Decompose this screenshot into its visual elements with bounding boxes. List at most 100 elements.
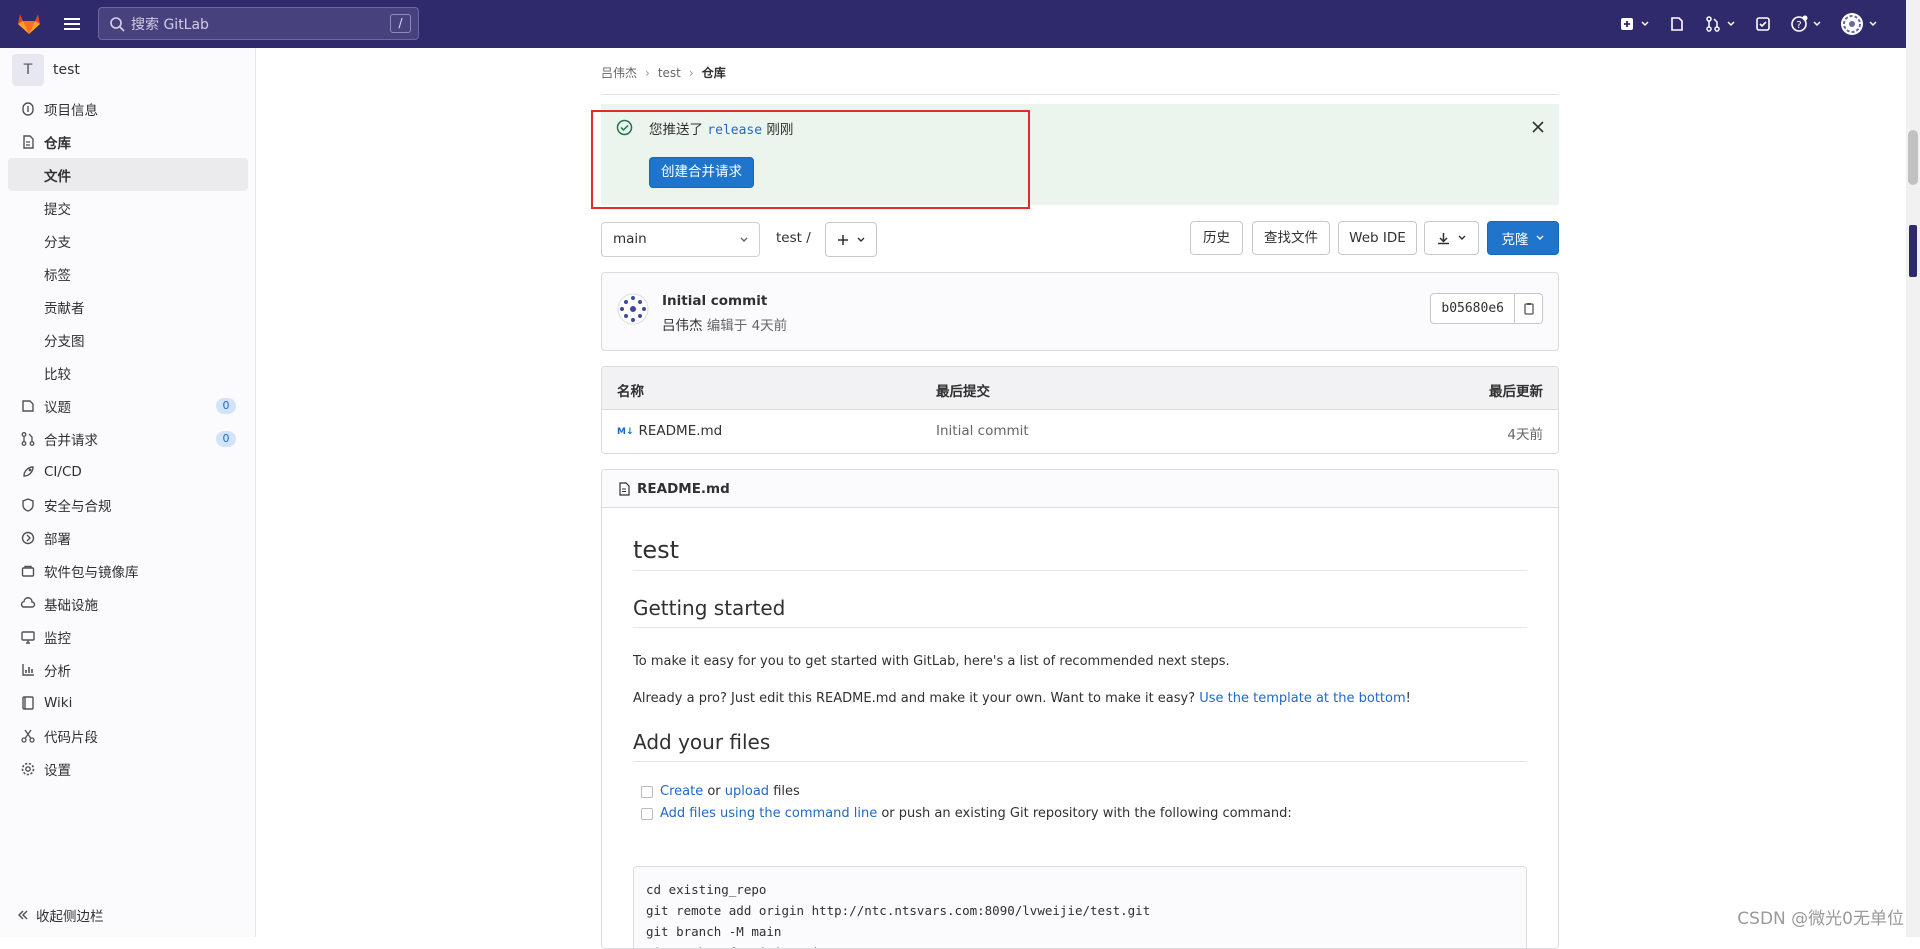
branch-selector[interactable]: main xyxy=(601,222,760,257)
page-scrollbar[interactable] xyxy=(1906,0,1920,937)
commit-title[interactable]: Initial commit xyxy=(662,293,767,309)
sidebar-item-label: 比较 xyxy=(44,363,71,383)
breadcrumb-separator-icon: › xyxy=(689,66,694,80)
sidebar-item-tags[interactable]: 标签 xyxy=(8,257,248,290)
chevron-down-icon xyxy=(856,235,866,245)
merge-requests-dropdown[interactable] xyxy=(1704,15,1736,33)
sidebar-item-label: 软件包与镜像库 xyxy=(44,561,139,581)
monitor-icon xyxy=(20,629,36,645)
close-icon[interactable] xyxy=(1531,120,1545,134)
template-link[interactable]: Use the template at the bottom xyxy=(1199,691,1405,706)
commit-author-avatar[interactable] xyxy=(617,293,649,325)
sidebar-item-compare[interactable]: 比较 xyxy=(8,356,248,389)
clone-label: 克隆 xyxy=(1502,228,1529,248)
task-list-item: Create or upload files xyxy=(641,784,800,799)
breadcrumb-item-project[interactable]: test xyxy=(658,66,681,80)
add-to-tree-dropdown[interactable] xyxy=(825,222,877,257)
column-header-last-commit: 最后提交 xyxy=(936,380,990,400)
file-last-commit[interactable]: Initial commit xyxy=(936,423,1029,439)
todos-link[interactable] xyxy=(1754,15,1772,33)
sidebar-item-packages[interactable]: 软件包与镜像库 xyxy=(8,554,248,587)
sidebar-item-cicd[interactable]: CI/CD xyxy=(8,455,248,488)
sidebar-item-wiki[interactable]: Wiki xyxy=(8,686,248,719)
sidebar-item-files[interactable]: 文件 xyxy=(8,158,248,191)
task-checkbox[interactable] xyxy=(641,808,653,820)
readme-filename[interactable]: README.md xyxy=(637,481,730,497)
menu-icon[interactable] xyxy=(62,15,84,33)
sidebar-item-commits[interactable]: 提交 xyxy=(8,191,248,224)
sidebar-item-monitor[interactable]: 监控 xyxy=(8,620,248,653)
column-header-last-update: 最后更新 xyxy=(1489,380,1543,400)
gitlab-logo-icon[interactable] xyxy=(16,10,42,36)
issues-link[interactable] xyxy=(1668,15,1686,33)
command-line-link[interactable]: Add files using the command line xyxy=(660,806,877,821)
sidebar-item-snippets[interactable]: 代码片段 xyxy=(8,719,248,752)
scrollbar-marker xyxy=(1909,225,1917,277)
sidebar-item-label: 合并请求 xyxy=(44,429,98,449)
user-menu[interactable] xyxy=(1840,12,1878,36)
sidebar-item-label: Wiki xyxy=(44,695,72,711)
file-name-cell[interactable]: M↓ README.md xyxy=(617,423,722,439)
project-sidebar: T test 项目信息 仓库 文件 提交 分支 标签 贡献者 分支图 比较 议题… xyxy=(0,48,256,937)
help-dropdown[interactable]: ? xyxy=(1790,15,1822,33)
collapse-sidebar-button[interactable]: 收起侧边栏 xyxy=(16,905,104,925)
sidebar-item-label: 项目信息 xyxy=(44,99,98,119)
project-header[interactable]: T test xyxy=(12,54,80,86)
breadcrumb-item-repository[interactable]: 仓库 xyxy=(702,64,726,81)
chevron-down-icon xyxy=(739,235,749,245)
shield-icon xyxy=(20,497,36,513)
file-name: README.md xyxy=(639,423,723,439)
watermark: CSDN @微光0无单位 xyxy=(1737,904,1904,929)
search-icon xyxy=(109,16,125,32)
highlight-annotation-box xyxy=(591,110,1030,209)
history-button[interactable]: 历史 xyxy=(1190,221,1243,255)
repository-path[interactable]: test / xyxy=(776,230,811,246)
task-text: Add files using the command line or push… xyxy=(660,806,1292,821)
chevron-down-icon xyxy=(1535,233,1545,243)
commit-meta: 吕伟杰 编辑于 4天前 xyxy=(662,314,787,334)
search-input[interactable]: 搜索 GitLab / xyxy=(98,7,419,40)
create-link[interactable]: Create xyxy=(660,784,703,799)
repository-toolbar: main test / 历史 查找文件 Web IDE 克隆 xyxy=(601,221,1559,257)
task-text-or: or xyxy=(703,784,725,799)
sidebar-item-merge-requests[interactable]: 合并请求0 xyxy=(8,422,248,455)
sidebar-item-graph[interactable]: 分支图 xyxy=(8,323,248,356)
package-icon xyxy=(20,563,36,579)
sidebar-item-issues[interactable]: 议题0 xyxy=(8,389,248,422)
upload-link[interactable]: upload xyxy=(725,784,769,799)
breadcrumb: 吕伟杰 › test › 仓库 xyxy=(601,64,726,81)
readme-header: README.md xyxy=(602,470,1558,508)
sidebar-item-label: 基础设施 xyxy=(44,594,98,614)
collapse-sidebar-label: 收起侧边栏 xyxy=(36,905,104,925)
sidebar-item-deployments[interactable]: 部署 xyxy=(8,521,248,554)
sidebar-item-analytics[interactable]: 分析 xyxy=(8,653,248,686)
sidebar-item-repository[interactable]: 仓库 xyxy=(8,125,248,158)
copy-sha-button[interactable] xyxy=(1515,293,1543,324)
sidebar-item-infrastructure[interactable]: 基础设施 xyxy=(8,587,248,620)
commit-sha[interactable]: b05680e6 xyxy=(1430,293,1515,324)
download-dropdown[interactable] xyxy=(1424,221,1479,255)
task-checkbox[interactable] xyxy=(641,786,653,798)
task-list-item: Add files using the command line or push… xyxy=(641,806,1292,821)
scrollbar-thumb[interactable] xyxy=(1908,130,1918,185)
breadcrumb-item-owner[interactable]: 吕伟杰 xyxy=(601,64,637,81)
clone-dropdown[interactable]: 克隆 xyxy=(1487,221,1559,255)
sidebar-item-branches[interactable]: 分支 xyxy=(8,224,248,257)
markdown-file-icon: M↓ xyxy=(617,427,634,437)
find-file-button[interactable]: 查找文件 xyxy=(1252,221,1330,255)
sidebar-item-security[interactable]: 安全与合规 xyxy=(8,488,248,521)
breadcrumb-separator-icon: › xyxy=(645,66,650,80)
sidebar-item-label: 标签 xyxy=(44,264,71,284)
new-dropdown[interactable] xyxy=(1618,15,1650,33)
web-ide-button[interactable]: Web IDE xyxy=(1338,221,1417,255)
sidebar-item-settings[interactable]: 设置 xyxy=(8,752,248,785)
table-row[interactable]: M↓README.md Initial commit 4天前 xyxy=(602,410,1558,453)
readme-paragraph-pro: Already a pro? Just edit this README.md … xyxy=(633,691,1411,706)
commit-author[interactable]: 吕伟杰 xyxy=(662,318,703,334)
chevron-down-icon xyxy=(1640,19,1650,29)
issues-icon xyxy=(1668,15,1686,33)
sidebar-item-project-info[interactable]: 项目信息 xyxy=(8,92,248,125)
sidebar-item-contributors[interactable]: 贡献者 xyxy=(8,290,248,323)
rocket-icon xyxy=(20,464,36,480)
readme-paragraph-pro-end: ! xyxy=(1406,691,1411,706)
